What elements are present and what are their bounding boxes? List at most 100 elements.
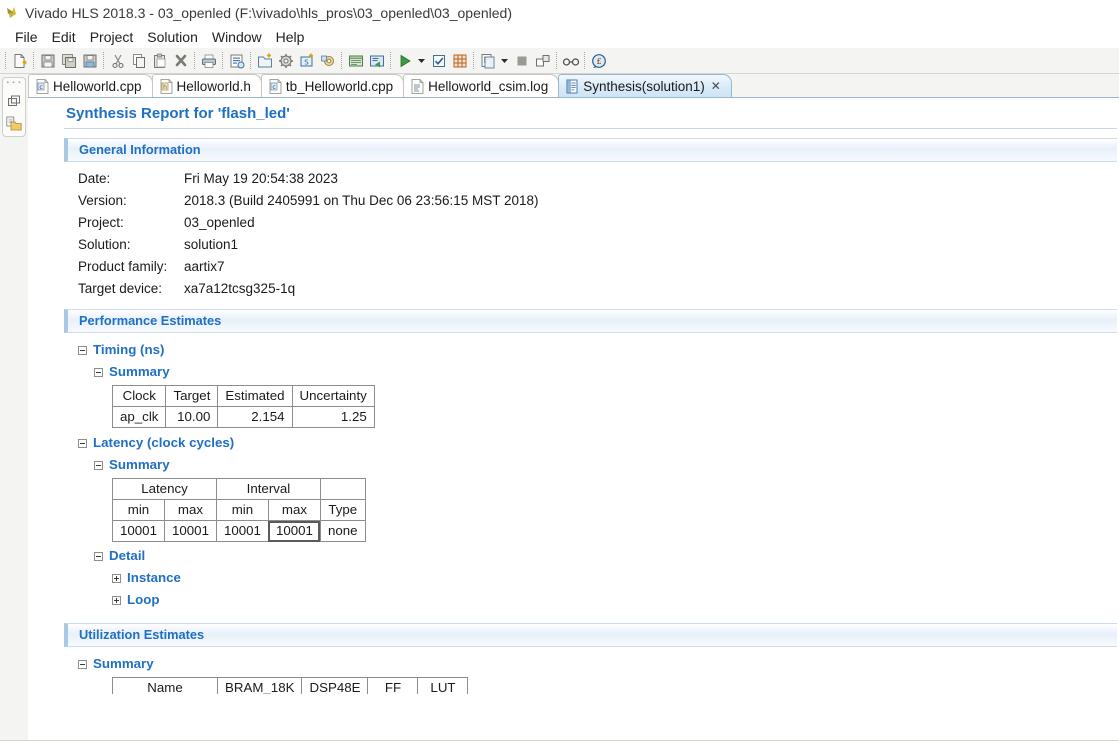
tree-node-latency-detail[interactable]: Detail <box>94 545 1117 567</box>
export-rtl-icon[interactable] <box>449 50 470 71</box>
open-report-icon[interactable] <box>226 50 247 71</box>
toolbar-separator <box>390 52 391 69</box>
save-as-icon[interactable] <box>79 50 100 71</box>
section-utilization-estimates: Utilization Estimates Summary Name BRAM_… <box>64 623 1117 694</box>
tab-tb-helloworld-cpp[interactable]: c tb_Helloworld.cpp <box>260 74 405 97</box>
info-label: Project: <box>78 215 124 230</box>
run-synthesis-icon[interactable] <box>394 50 415 71</box>
collapse-minus-icon[interactable] <box>78 659 87 669</box>
menu-item-project[interactable]: Project <box>84 28 142 47</box>
table-row[interactable]: ap_clk 10.00 2.154 1.25 <box>111 406 375 428</box>
info-label: Product family: <box>78 259 168 274</box>
column-header-bram18k: BRAM_18K <box>216 677 303 694</box>
save-icon[interactable] <box>37 50 58 71</box>
print-icon[interactable] <box>198 50 219 71</box>
tab-helloworld-h[interactable]: h Helloworld.h <box>151 74 262 97</box>
h-file-icon: h <box>160 78 173 94</box>
compare-reports-icon[interactable] <box>532 50 553 71</box>
expand-plus-icon[interactable] <box>112 595 121 605</box>
svg-text:h: h <box>163 83 167 90</box>
menu-item-file[interactable]: File <box>9 28 46 47</box>
menu-item-edit[interactable]: Edit <box>46 28 84 47</box>
info-row-project: Project: 03_openled <box>78 212 1117 234</box>
section-general-information: General Information Date: Fri May 19 20:… <box>64 138 1117 300</box>
run-csim-icon[interactable] <box>345 50 366 71</box>
collapse-minus-icon[interactable] <box>78 438 87 448</box>
info-value: solution1 <box>184 237 239 252</box>
tree-node-timing-summary[interactable]: Summary <box>94 361 1117 383</box>
new-file-icon[interactable] <box>9 50 30 71</box>
tab-label: Helloworld.h <box>176 78 251 94</box>
column-header-clock: Clock <box>111 385 167 407</box>
solution-settings-icon[interactable] <box>317 50 338 71</box>
cell-interval-max[interactable]: 10001 <box>267 520 321 542</box>
expand-plus-icon[interactable] <box>112 573 121 583</box>
stop-icon[interactable] <box>511 50 532 71</box>
run-cosim-icon[interactable] <box>428 50 449 71</box>
open-report-list-icon[interactable] <box>477 50 498 71</box>
tab-label: Helloworld_csim.log <box>428 78 549 94</box>
tab-label: Helloworld.cpp <box>53 78 142 94</box>
cell-type[interactable]: none <box>319 520 366 542</box>
tree-node-latency-summary[interactable]: Summary <box>94 454 1117 476</box>
info-row-date: Date: Fri May 19 20:54:38 2023 <box>78 168 1117 190</box>
info-value: Fri May 19 20:54:38 2023 <box>184 171 338 186</box>
toolbar-separator <box>556 52 557 69</box>
analysis-perspective-icon[interactable] <box>560 50 581 71</box>
cell-estimated[interactable]: 2.154 <box>217 406 293 428</box>
paste-icon[interactable] <box>149 50 170 71</box>
general-information-list: Date: Fri May 19 20:54:38 2023 Version: … <box>78 168 1117 300</box>
open-console-icon[interactable] <box>366 50 387 71</box>
tree-node-utilization-summary[interactable]: Summary <box>78 653 1117 675</box>
menu-item-window[interactable]: Window <box>206 28 270 47</box>
tab-synthesis-solution1[interactable]: Synthesis(solution1) ✕ <box>558 74 732 97</box>
save-all-icon[interactable] <box>58 50 79 71</box>
cell-clock[interactable]: ap_clk <box>111 406 167 428</box>
cell-interval-min[interactable]: 10001 <box>215 520 269 542</box>
tree-node-latency[interactable]: Latency (clock cycles) <box>78 432 1117 454</box>
new-solution-icon[interactable]: S <box>296 50 317 71</box>
close-icon[interactable]: ✕ <box>711 79 721 93</box>
report-dropdown-arrow-icon[interactable] <box>498 50 511 71</box>
debug-perspective-icon[interactable]: £ <box>588 50 609 71</box>
cell-latency-max[interactable]: 10001 <box>163 520 217 542</box>
copy-icon[interactable] <box>128 50 149 71</box>
cell-latency-min[interactable]: 10001 <box>112 520 165 542</box>
tree-node-label: Timing (ns) <box>93 342 165 357</box>
collapse-minus-icon[interactable] <box>94 367 103 377</box>
c-file-icon: c <box>36 78 49 94</box>
table-header-row: Clock Target Estimated Uncertainty <box>111 385 375 407</box>
collapse-minus-icon[interactable] <box>94 460 103 470</box>
window-title-text: Vivado HLS 2018.3 - 03_openled (F:\vivad… <box>25 5 512 21</box>
delete-icon[interactable] <box>170 50 191 71</box>
cut-icon[interactable] <box>107 50 128 71</box>
collapse-minus-icon[interactable] <box>94 551 103 561</box>
restore-view-icon[interactable] <box>5 92 23 110</box>
cell-target[interactable]: 10.00 <box>165 406 219 428</box>
table-group-header-row: Latency Interval <box>112 478 366 500</box>
explorer-folder-icon[interactable] <box>5 114 23 132</box>
info-value: 2018.3 (Build 2405991 on Thu Dec 06 23:5… <box>184 193 539 208</box>
new-project-icon[interactable] <box>254 50 275 71</box>
info-label: Target device: <box>78 281 163 296</box>
tree-node-instance[interactable]: Instance <box>112 567 1117 589</box>
table-row[interactable]: 10001 10001 10001 10001 none <box>112 520 366 542</box>
svg-text:S: S <box>304 58 309 66</box>
toolbar-separator <box>194 52 195 69</box>
toolbar-separator <box>222 52 223 69</box>
view-drag-handle[interactable]: ▪ ▪ ▪ <box>7 80 22 88</box>
tab-helloworld-csim-log[interactable]: Helloworld_csim.log <box>403 74 560 97</box>
menu-item-solution[interactable]: Solution <box>141 28 206 47</box>
tree-node-timing[interactable]: Timing (ns) <box>78 339 1117 361</box>
menu-item-help[interactable]: Help <box>270 28 313 47</box>
collapse-minus-icon[interactable] <box>78 345 87 355</box>
svg-text:£: £ <box>596 57 601 66</box>
project-settings-icon[interactable] <box>275 50 296 71</box>
tab-helloworld-cpp[interactable]: c Helloworld.cpp <box>28 74 153 97</box>
run-dropdown-arrow-icon[interactable] <box>415 50 428 71</box>
svg-text:c: c <box>39 83 42 90</box>
cell-uncertainty[interactable]: 1.25 <box>291 406 375 428</box>
tree-node-loop[interactable]: Loop <box>112 589 1117 611</box>
column-header-interval-max: max <box>267 499 321 521</box>
tree-node-label: Summary <box>109 457 170 472</box>
